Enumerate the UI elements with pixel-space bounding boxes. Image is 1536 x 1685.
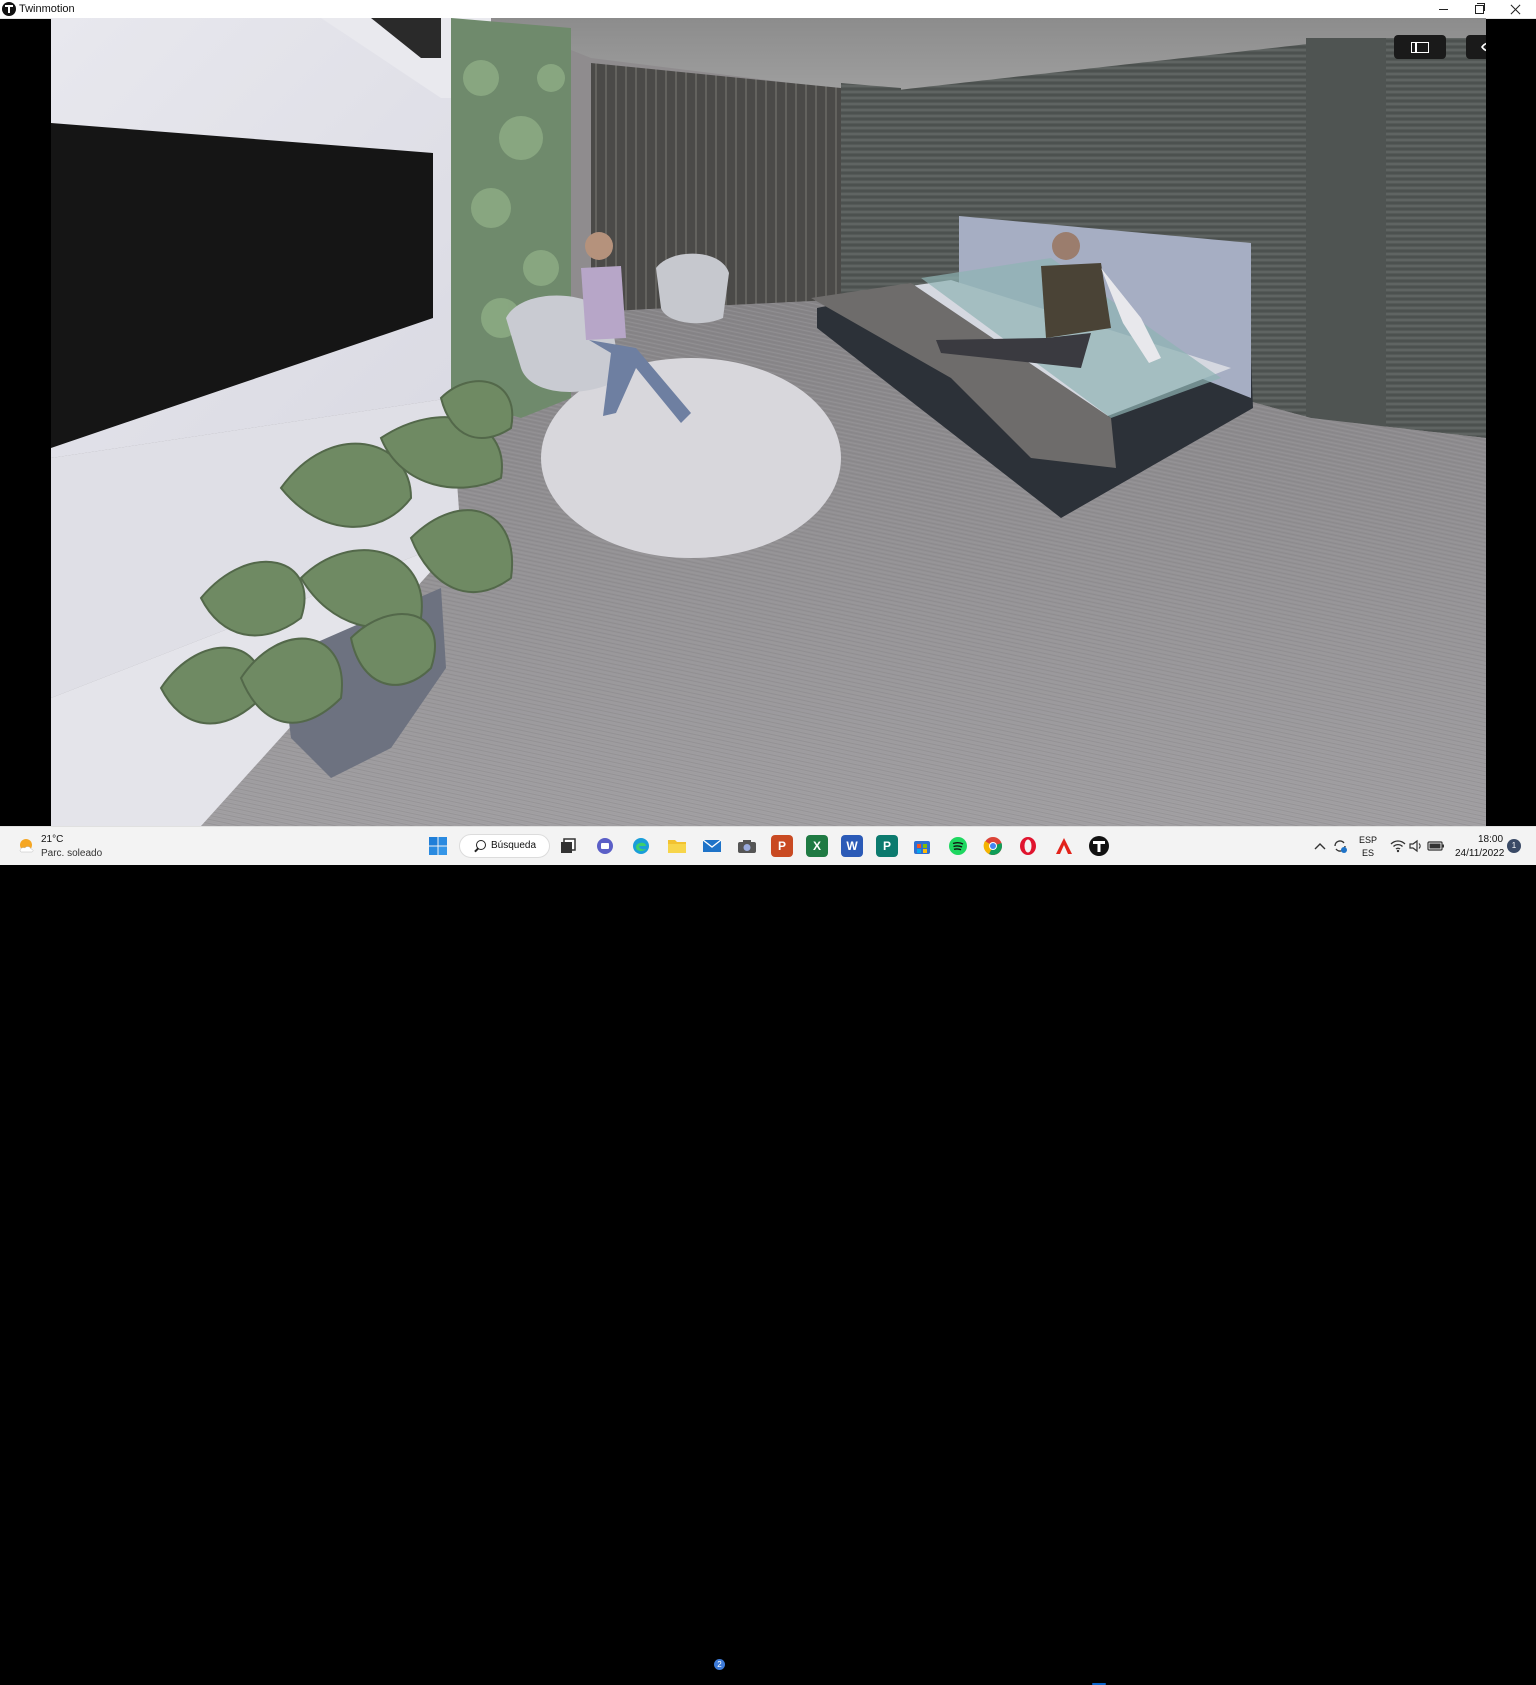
keyboard-language[interactable]: ESP (1359, 835, 1377, 845)
powerpoint-icon[interactable]: P (771, 835, 793, 857)
weather-temperature[interactable]: 21°C (41, 834, 63, 845)
twinmotion-logo-icon (2, 2, 16, 16)
3d-viewport[interactable] (51, 18, 1486, 826)
minimize-icon (1438, 8, 1448, 10)
file-explorer-icon[interactable] (666, 835, 688, 857)
minimize-button[interactable] (1425, 0, 1461, 18)
sync-icon[interactable] (1331, 835, 1349, 857)
windows-start-icon[interactable] (427, 835, 449, 857)
restore-icon (1474, 2, 1485, 14)
spotify-icon[interactable] (947, 835, 969, 857)
battery-icon[interactable] (1426, 835, 1446, 857)
restore-button[interactable] (1461, 0, 1497, 18)
sun-cloud-icon[interactable] (17, 837, 35, 855)
volume-icon[interactable] (1407, 835, 1425, 857)
chevron-up-icon[interactable] (1312, 835, 1328, 857)
scene-render (51, 18, 1486, 826)
title-bar: Twinmotion (0, 0, 1536, 19)
opera-icon[interactable] (1017, 835, 1039, 857)
search-label: Búsqueda (491, 840, 537, 851)
edge-icon[interactable] (630, 835, 652, 857)
mail-icon[interactable] (701, 835, 723, 857)
publisher-icon[interactable]: P (876, 835, 898, 857)
eye-icon (1481, 42, 1486, 52)
toggle-panel-button[interactable] (1394, 35, 1446, 59)
keyboard-layout[interactable]: ES (1362, 848, 1374, 858)
view-mode-button[interactable] (1466, 35, 1486, 59)
panel-icon (1411, 41, 1429, 53)
microsoft-store-icon[interactable] (911, 835, 933, 857)
camera-icon[interactable] (736, 835, 758, 857)
acrobat-icon[interactable] (1053, 835, 1075, 857)
teams-chat-icon[interactable] (594, 835, 616, 857)
chrome-icon[interactable] (982, 835, 1004, 857)
excel-icon[interactable]: X (806, 835, 828, 857)
mail-badge: 2 (714, 1659, 725, 1670)
word-icon[interactable]: W (841, 835, 863, 857)
taskbar-search[interactable]: Búsqueda (459, 834, 550, 858)
taskbar: 21°C Parc. soleado Búsqueda 2 P X W P ES… (0, 826, 1536, 1685)
clock-date[interactable]: 24/11/2022 (1455, 848, 1504, 859)
notification-badge[interactable]: 1 (1507, 839, 1521, 853)
wifi-icon[interactable] (1389, 835, 1407, 857)
search-icon (476, 840, 486, 850)
close-icon (1510, 4, 1521, 15)
clock-time[interactable]: 18:00 (1478, 834, 1503, 845)
weather-description[interactable]: Parc. soleado (41, 848, 102, 859)
window-title: Twinmotion (19, 3, 75, 15)
twinmotion-icon[interactable] (1088, 835, 1110, 857)
task-view-icon[interactable] (558, 835, 580, 857)
close-button[interactable] (1497, 0, 1533, 18)
